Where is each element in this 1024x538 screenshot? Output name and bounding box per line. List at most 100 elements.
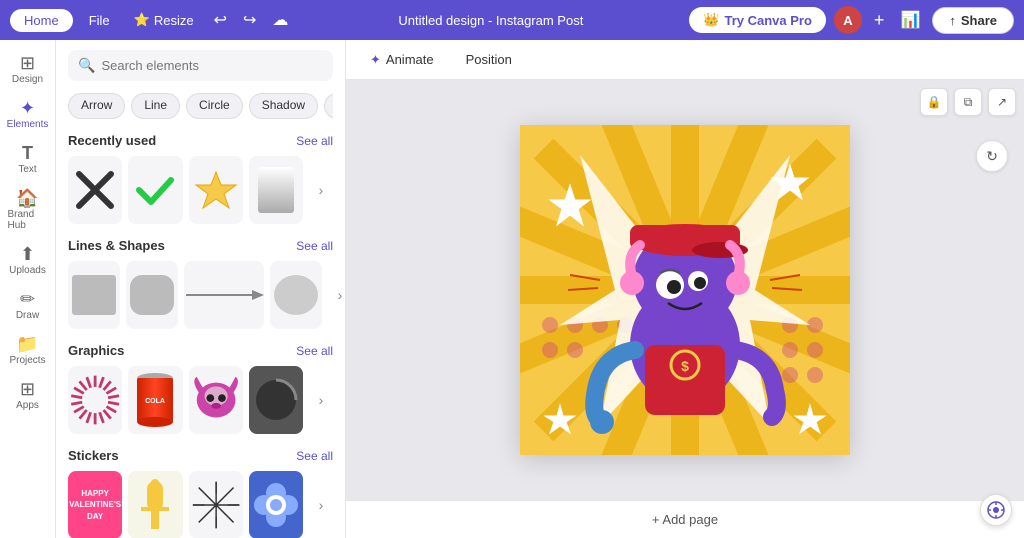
animate-btn[interactable]: ✦ Animate	[362, 48, 442, 72]
stickers-row: HAPPYVALENTINE'SDAY	[68, 471, 333, 538]
search-box[interactable]: 🔍	[68, 50, 333, 81]
recently-used-more[interactable]: ›	[309, 156, 333, 224]
graphic-bull-skull[interactable]	[189, 366, 243, 434]
stickers-section: Stickers See all HAPPYVALENTINE'SDAY	[68, 448, 333, 538]
position-btn[interactable]: Position	[458, 48, 520, 71]
filter-line[interactable]: Line	[131, 93, 180, 119]
apps-icon: ⊞	[20, 380, 35, 398]
cloud-btn[interactable]: ☁	[268, 6, 292, 34]
copy-icon-btn[interactable]: ⧉	[954, 88, 982, 116]
share-icon: ↑	[949, 13, 956, 28]
animate-icon: ✦	[370, 52, 381, 68]
expand-icon-btn[interactable]: ↗	[988, 88, 1016, 116]
pop-art-illustration: $	[520, 125, 850, 455]
nav-text-label: Text	[18, 164, 36, 175]
nav-design-label: Design	[12, 74, 43, 85]
svg-text:$: $	[681, 358, 689, 374]
share-btn[interactable]: ↑ Share	[932, 7, 1014, 34]
draw-icon: ✏	[20, 290, 35, 308]
recently-used-section: Recently used See all	[68, 133, 333, 224]
add-page-label: + Add page	[652, 512, 718, 527]
sticker-flower[interactable]	[249, 471, 303, 538]
search-icon: 🔍	[78, 57, 95, 74]
svg-text:A: A	[843, 13, 853, 28]
nav-draw[interactable]: ✏ Draw	[4, 284, 52, 327]
stickers-more[interactable]: ›	[309, 471, 333, 538]
canvas-area: ✦ Animate Position 🔒 ⧉ ↗ ↻	[346, 40, 1024, 538]
lines-shapes-more[interactable]: ›	[328, 261, 346, 329]
lock-icon-btn[interactable]: 🔒	[920, 88, 948, 116]
redo-btn[interactable]: ↪	[239, 6, 260, 34]
stats-btn[interactable]: 📊	[896, 6, 924, 34]
graphics-section: Graphics See all	[68, 343, 333, 434]
svg-text:COLA: COLA	[145, 398, 165, 405]
graphics-title: Graphics	[68, 343, 124, 358]
nav-elements[interactable]: ✦ Elements	[4, 93, 52, 136]
recent-star[interactable]	[189, 156, 243, 224]
shape-square[interactable]	[68, 261, 120, 329]
recent-checkmark[interactable]	[128, 156, 182, 224]
recent-x-mark[interactable]	[68, 156, 122, 224]
stickers-see-all[interactable]: See all	[296, 449, 333, 463]
rotate-btn[interactable]: ↻	[976, 140, 1008, 172]
canvas-toolbar: ✦ Animate Position	[346, 40, 1024, 80]
sticker-sparkle[interactable]	[189, 471, 243, 538]
nav-uploads[interactable]: ⬆ Uploads	[4, 239, 52, 282]
elements-sidebar: 🔍 Arrow Line Circle Shadow Squa... › Rec…	[56, 40, 346, 538]
nav-uploads-label: Uploads	[9, 265, 46, 276]
graphic-cola-can[interactable]: COLA	[128, 366, 182, 434]
add-page-bar[interactable]: + Add page	[346, 500, 1024, 538]
nav-brand[interactable]: 🏠 Brand Hub	[4, 183, 52, 237]
nav-projects[interactable]: 📁 Projects	[4, 329, 52, 372]
lines-shapes-see-all[interactable]: See all	[296, 239, 333, 253]
nav-projects-label: Projects	[9, 355, 45, 366]
undo-btn[interactable]: ↩	[210, 6, 231, 34]
doc-title: Untitled design - Instagram Post	[300, 13, 681, 28]
sticker-valentine[interactable]: HAPPYVALENTINE'SDAY	[68, 471, 122, 538]
uploads-icon: ⬆	[20, 245, 35, 263]
graphic-partial[interactable]	[249, 366, 303, 434]
resize-btn[interactable]: ⭐ Resize	[126, 8, 202, 32]
user-avatar[interactable]: A	[834, 6, 862, 34]
shape-rounded-square[interactable]	[126, 261, 178, 329]
nav-apps-label: Apps	[16, 400, 39, 411]
filter-square[interactable]: Squa...	[324, 93, 333, 119]
magic-btn[interactable]	[980, 494, 1012, 526]
sticker-hand[interactable]	[128, 471, 182, 538]
filter-tags: Arrow Line Circle Shadow Squa... ›	[68, 93, 333, 119]
nav-brand-label: Brand Hub	[8, 209, 48, 231]
add-account-btn[interactable]: +	[870, 6, 889, 35]
graphic-sunburst[interactable]	[68, 366, 122, 434]
left-nav: ⊞ Design ✦ Elements T Text 🏠 Brand Hub ⬆…	[0, 40, 56, 538]
search-input[interactable]	[101, 58, 323, 73]
shape-circle[interactable]	[270, 261, 322, 329]
canvas-top-icons: 🔒 ⧉ ↗	[920, 88, 1016, 116]
text-icon: T	[22, 144, 33, 162]
graphics-see-all[interactable]: See all	[296, 344, 333, 358]
filter-shadow[interactable]: Shadow	[249, 93, 318, 119]
lines-shapes-section: Lines & Shapes See all	[68, 238, 333, 329]
recently-used-row: ›	[68, 156, 333, 224]
filter-arrow[interactable]: Arrow	[68, 93, 125, 119]
file-tab[interactable]: File	[81, 9, 118, 32]
nav-draw-label: Draw	[16, 310, 39, 321]
projects-icon: 📁	[16, 335, 38, 353]
graphics-more[interactable]: ›	[309, 366, 333, 434]
top-bar-right: 👑 Try Canva Pro A + 📊 ↑ Share	[689, 6, 1014, 35]
nav-text[interactable]: T Text	[4, 138, 52, 181]
recently-used-header: Recently used See all	[68, 133, 333, 148]
home-tab[interactable]: Home	[10, 9, 73, 32]
canvas-work-area[interactable]: 🔒 ⧉ ↗ ↻	[346, 80, 1024, 500]
main-layout: ⊞ Design ✦ Elements T Text 🏠 Brand Hub ⬆…	[0, 40, 1024, 538]
canvas-page[interactable]: $	[520, 125, 850, 455]
nav-apps[interactable]: ⊞ Apps	[4, 374, 52, 417]
nav-design[interactable]: ⊞ Design	[4, 48, 52, 91]
shape-arrow-line[interactable]	[184, 261, 264, 329]
nav-elements-label: Elements	[7, 119, 49, 130]
stickers-header: Stickers See all	[68, 448, 333, 463]
try-canva-btn[interactable]: 👑 Try Canva Pro	[689, 7, 826, 33]
filter-circle[interactable]: Circle	[186, 93, 243, 119]
recently-used-see-all[interactable]: See all	[296, 134, 333, 148]
design-icon: ⊞	[20, 54, 35, 72]
recent-gradient-rect[interactable]	[249, 156, 303, 224]
